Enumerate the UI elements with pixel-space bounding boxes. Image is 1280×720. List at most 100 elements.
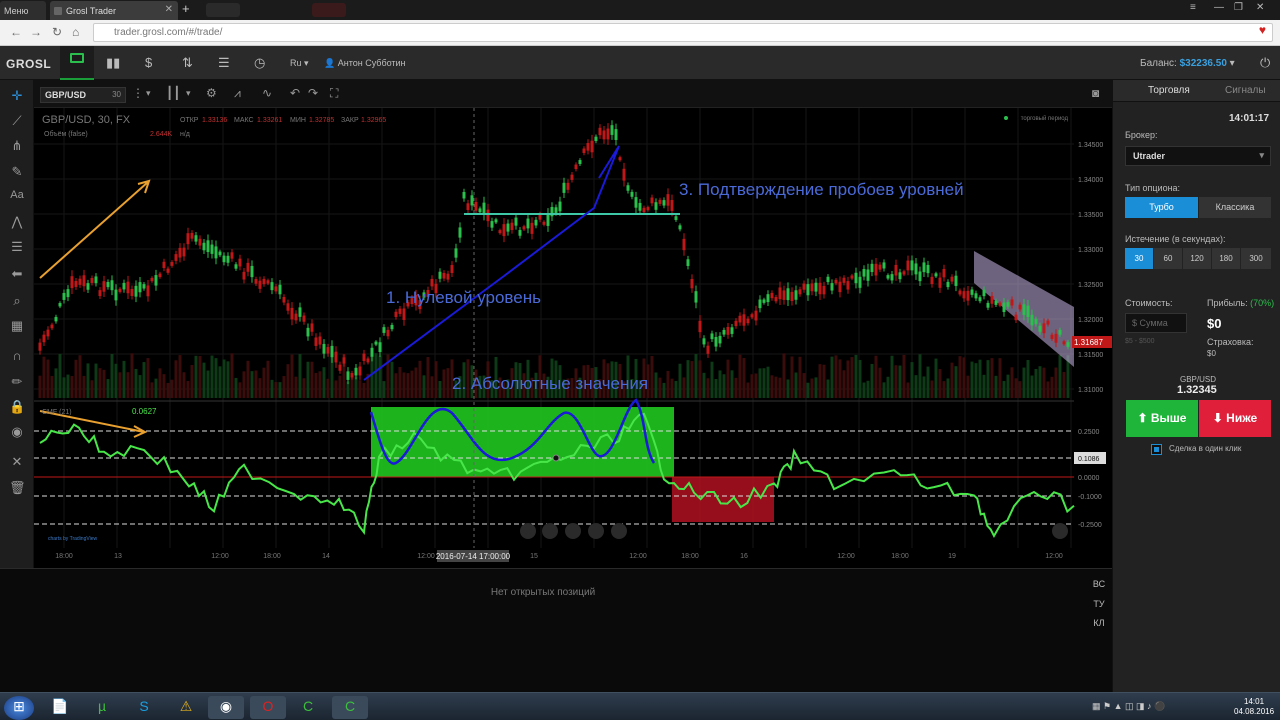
call-button[interactable]: ⬆ Выше xyxy=(1126,400,1198,437)
bookmark-heart-icon[interactable]: ♥ xyxy=(1259,23,1266,37)
history-icon[interactable]: ◷ xyxy=(254,55,265,71)
more-options-icon[interactable]: ⋮ xyxy=(132,86,144,100)
volume-bar xyxy=(654,372,658,398)
put-button[interactable]: ⬇ Ниже xyxy=(1199,400,1271,437)
browser-tab-grosl[interactable]: Grosl Trader ✕ xyxy=(50,1,178,20)
candle-body xyxy=(826,276,830,283)
taskbar-notepad-icon[interactable]: 📄 xyxy=(42,696,78,719)
close-window-icon[interactable]: ✕ xyxy=(1256,2,1264,13)
expiry-180-button[interactable]: 180 xyxy=(1212,248,1240,269)
symbol-selector[interactable]: GBP/USD 30 xyxy=(40,87,126,103)
lock-icon[interactable]: 🔒 xyxy=(9,399,25,415)
candle-body xyxy=(474,201,478,211)
undo-icon[interactable]: ↶ xyxy=(290,86,300,100)
expiry-60-button[interactable]: 60 xyxy=(1154,248,1182,269)
reload-icon[interactable]: ↻ xyxy=(52,25,62,39)
fork-icon[interactable]: ⋔ xyxy=(9,138,25,154)
tab-trade[interactable]: Торговля xyxy=(1113,80,1197,102)
chart-canvas[interactable]: 1.34500 1.34000 1.33500 1.33000 1.32500 1.320… xyxy=(34,108,1112,568)
scroll-left-button[interactable] xyxy=(520,523,536,539)
zoom-out-button[interactable] xyxy=(542,523,558,539)
expiry-300-button[interactable]: 300 xyxy=(1241,248,1271,269)
dropdown-icon[interactable]: ▾ xyxy=(146,88,151,99)
candles-icon[interactable]: ┃┃ xyxy=(166,86,180,100)
browser-menu-tab[interactable]: Меню xyxy=(0,1,46,20)
pencil-icon[interactable]: ✏ xyxy=(9,374,25,390)
settings-icon[interactable]: ⚙ xyxy=(206,86,217,100)
text-icon[interactable]: Aa xyxy=(9,189,25,201)
zoom-in-button[interactable] xyxy=(588,523,604,539)
magnet-icon[interactable]: ∩ xyxy=(9,348,25,363)
volume-bar xyxy=(298,354,302,398)
fullscreen-icon[interactable]: ⛶ xyxy=(330,86,338,101)
zoom-icon[interactable]: ⌕ xyxy=(9,293,25,309)
tabs-list-icon[interactable]: ≡ xyxy=(1190,2,1196,13)
bar-chart-icon[interactable]: ▮▮ xyxy=(106,55,120,71)
indicators-icon[interactable]: ⩘ xyxy=(234,86,241,101)
arrow-icon[interactable]: ⬅ xyxy=(9,266,25,282)
eye-icon[interactable]: ◉ xyxy=(9,424,25,440)
taskbar-skype-icon[interactable]: S xyxy=(126,696,162,719)
positions-tab-kl[interactable]: КЛ xyxy=(1088,618,1110,628)
fibonacci-icon[interactable]: ☰ xyxy=(9,239,25,255)
one-click-checkbox[interactable] xyxy=(1151,444,1162,455)
back-icon[interactable]: ← xyxy=(10,25,22,39)
language-selector[interactable]: Ru ▾ xyxy=(290,58,309,69)
tab-close-icon[interactable]: ✕ xyxy=(165,4,173,15)
camera-icon[interactable]: ◙ xyxy=(1092,86,1099,100)
trash-icon[interactable]: 🗑 xyxy=(9,480,26,496)
tab-thumbnail[interactable] xyxy=(312,3,346,17)
taskbar-camtasia-active-icon[interactable]: C xyxy=(332,696,368,719)
tray-clock[interactable]: 14:01 04.08.2016 xyxy=(1234,697,1274,717)
trend-line-icon[interactable]: ⟋ xyxy=(9,113,25,129)
settings-tools-icon[interactable]: ✕ xyxy=(9,454,25,470)
pattern-icon[interactable]: ⋀ xyxy=(9,214,25,230)
positions-tab-vs[interactable]: ВС xyxy=(1088,579,1110,589)
taskbar-opera-icon[interactable]: O xyxy=(250,696,286,719)
brush-icon[interactable]: ✎ xyxy=(9,164,25,180)
chart-type-dropdown-icon[interactable]: ▾ xyxy=(186,88,191,99)
volume-bar xyxy=(370,356,374,398)
chart-area[interactable]: GBP/USD 30 ⋮ ▾ ┃┃ ▾ ⚙ ⩘ ∿ ↶ ↷ ⛶ ◙ 1.3450… xyxy=(34,80,1112,568)
forward-icon[interactable]: → xyxy=(30,25,42,39)
compare-icon[interactable]: ∿ xyxy=(262,86,272,100)
go-to-realtime-button[interactable] xyxy=(1052,523,1068,539)
taskbar-warning-icon[interactable]: ⚠ xyxy=(168,696,204,719)
tray-icons[interactable]: ▦ ⚑ ▲ ◫ ◨ ♪ ⚫ xyxy=(1092,701,1165,712)
taskbar-chrome-icon[interactable]: ◉ xyxy=(208,696,244,719)
taskbar-camtasia-icon[interactable]: C xyxy=(290,696,326,719)
balance-display[interactable]: Баланс: $32236.50 ▾ xyxy=(1140,58,1235,69)
home-icon[interactable]: ⌂ xyxy=(72,25,79,39)
broker-select[interactable]: Utrader ▾ xyxy=(1125,146,1271,166)
user-menu[interactable]: 👤 Антон Субботин xyxy=(324,58,406,69)
redo-icon[interactable]: ↷ xyxy=(308,86,318,100)
crosshair-icon[interactable]: ✛ xyxy=(9,88,25,104)
expiry-120-button[interactable]: 120 xyxy=(1183,248,1211,269)
url-field[interactable]: trader.grosl.com/#/trade/ xyxy=(93,23,1273,42)
candle-body xyxy=(450,265,454,274)
maximize-window-icon[interactable]: ❐ xyxy=(1234,2,1243,13)
nav-trade-button[interactable] xyxy=(60,46,94,80)
classic-option-button[interactable]: Классика xyxy=(1199,197,1271,218)
tab-signals[interactable]: Сигналы xyxy=(1197,80,1280,102)
ruler-icon[interactable]: ▦ xyxy=(9,318,25,334)
start-button[interactable]: ⊞ xyxy=(4,696,34,720)
candle-body xyxy=(346,371,350,380)
expiry-30-button[interactable]: 30 xyxy=(1125,248,1153,269)
candle-body xyxy=(606,128,610,140)
positions-tab-tu[interactable]: ТУ xyxy=(1088,599,1110,609)
new-tab-button[interactable]: + xyxy=(182,1,190,16)
reset-button[interactable] xyxy=(565,523,581,539)
sliders-icon[interactable]: ☰ xyxy=(218,55,230,71)
taskbar-torrent-icon[interactable]: µ xyxy=(84,696,120,719)
scroll-right-button[interactable] xyxy=(611,523,627,539)
tab-thumbnail[interactable] xyxy=(206,3,240,17)
transfer-icon[interactable]: ⇅ xyxy=(182,55,193,71)
volume-bar xyxy=(146,358,150,398)
turbo-option-button[interactable]: Турбо xyxy=(1125,197,1198,218)
power-icon[interactable]: ⏻ xyxy=(1260,55,1270,71)
minimize-window-icon[interactable]: — xyxy=(1214,2,1224,13)
amount-input[interactable]: $ Сумма xyxy=(1125,313,1187,333)
dollar-icon[interactable]: $ xyxy=(145,55,152,70)
time-tick-label: 18:00 xyxy=(263,553,281,560)
